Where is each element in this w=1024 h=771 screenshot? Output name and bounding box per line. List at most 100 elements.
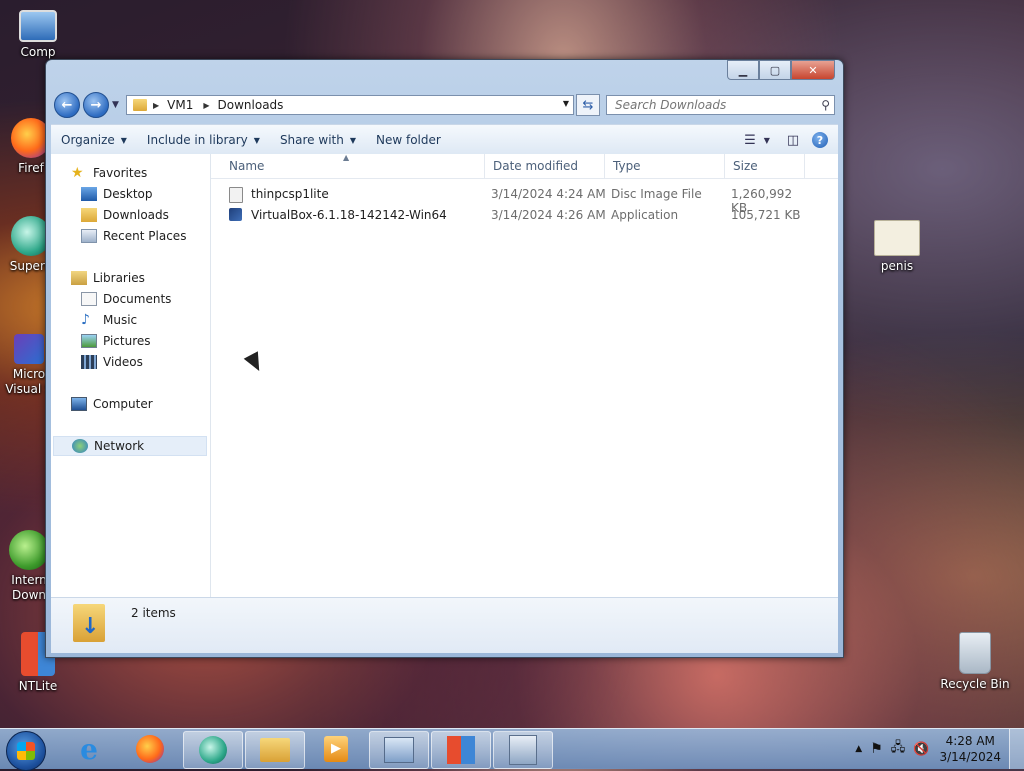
downloads-folder-icon bbox=[133, 99, 147, 111]
system-clock[interactable]: 4:28 AM 3/14/2024 bbox=[939, 733, 1001, 765]
supernova-icon bbox=[199, 736, 227, 764]
start-button[interactable] bbox=[6, 731, 46, 771]
taskbar-firefox[interactable] bbox=[121, 731, 179, 767]
nav-documents[interactable]: Documents bbox=[81, 289, 171, 309]
forward-button[interactable]: → bbox=[83, 92, 109, 118]
desktop-icon-computer[interactable]: Comp bbox=[3, 10, 73, 60]
nav-libraries[interactable]: Libraries bbox=[71, 268, 145, 288]
forward-arrow-icon: → bbox=[90, 97, 102, 113]
nav-desktop[interactable]: Desktop bbox=[81, 184, 153, 204]
taskbar-windows-explorer[interactable] bbox=[245, 731, 305, 769]
star-icon: ★ bbox=[71, 165, 84, 181]
show-desktop-button[interactable] bbox=[1009, 729, 1024, 769]
column-date-modified[interactable]: Date modified bbox=[485, 154, 605, 178]
downloads-arrow-icon: ↓ bbox=[81, 614, 100, 639]
show-hidden-icons-icon[interactable]: ▲ bbox=[855, 744, 862, 754]
nav-computer[interactable]: Computer bbox=[71, 394, 153, 414]
clock-date: 3/14/2024 bbox=[939, 750, 1001, 764]
desktop-icon-label: NTLite bbox=[18, 679, 58, 693]
nav-videos[interactable]: Videos bbox=[81, 352, 143, 372]
refresh-button[interactable]: ⇆ bbox=[576, 94, 600, 116]
recent-pages-dropdown[interactable]: ▼ bbox=[112, 100, 122, 110]
volume-muted-icon[interactable]: 🔇 bbox=[913, 742, 929, 757]
column-type[interactable]: Type bbox=[605, 154, 725, 178]
column-name[interactable]: ▲ Name bbox=[221, 153, 485, 178]
close-button[interactable]: ✕ bbox=[791, 60, 835, 80]
address-bar[interactable]: ▶ VM1 ▶ Downloads ▼ bbox=[126, 95, 574, 115]
downloads-folder-icon bbox=[81, 208, 97, 222]
back-button[interactable]: ← bbox=[54, 92, 80, 118]
virtualbox-icon bbox=[229, 208, 242, 221]
computer-icon bbox=[71, 397, 87, 411]
breadcrumb-vm1[interactable]: VM1 bbox=[167, 98, 193, 112]
preview-pane-button[interactable]: ◫ bbox=[782, 131, 804, 149]
taskbar: e ▶ ▲ ⚑ 🖧 🔇 4:28 AM 3/14/2024 bbox=[0, 728, 1024, 771]
internet-download-icon bbox=[9, 530, 49, 570]
windows-logo-icon bbox=[17, 742, 35, 760]
file-row[interactable]: thinpcsp1lite 3/14/2024 4:24 AM Disc Ima… bbox=[211, 184, 811, 215]
media-player-icon: ▶ bbox=[324, 736, 348, 762]
folder-icon bbox=[260, 738, 290, 762]
nav-pictures[interactable]: Pictures bbox=[81, 331, 151, 351]
documents-icon bbox=[81, 292, 97, 306]
taskbar-installer[interactable] bbox=[493, 731, 553, 769]
nav-network[interactable]: Network bbox=[53, 436, 207, 456]
back-arrow-icon: ← bbox=[61, 97, 73, 113]
libraries-icon bbox=[71, 271, 87, 285]
column-label: Name bbox=[229, 159, 265, 173]
nav-recent-places[interactable]: Recent Places bbox=[81, 226, 186, 246]
sort-ascending-icon: ▲ bbox=[343, 153, 350, 162]
action-center-flag-icon[interactable]: ⚑ bbox=[870, 741, 883, 757]
notification-area: ▲ ⚑ 🖧 🔇 4:28 AM 3/14/2024 bbox=[855, 729, 1024, 769]
column-label: Date modified bbox=[493, 159, 579, 173]
nav-music[interactable]: ♪ Music bbox=[81, 310, 137, 330]
nav-downloads[interactable]: Downloads bbox=[81, 205, 169, 225]
videos-icon bbox=[81, 355, 97, 369]
nav-label: Downloads bbox=[103, 208, 169, 222]
taskbar-supernova[interactable] bbox=[183, 731, 243, 769]
installer-icon bbox=[509, 735, 537, 765]
file-name: thinpcsp1lite bbox=[251, 187, 329, 201]
nav-label: Libraries bbox=[93, 271, 145, 285]
taskbar-internet-explorer[interactable]: e bbox=[60, 731, 118, 767]
desktop-icon-certificate[interactable]: penis bbox=[862, 220, 932, 274]
change-view-button[interactable]: ☰ ▼ bbox=[744, 131, 770, 149]
nav-label: Documents bbox=[103, 292, 172, 306]
search-input[interactable] bbox=[613, 97, 817, 113]
taskbar-media-player[interactable]: ▶ bbox=[307, 731, 365, 767]
taskbar-task-manager[interactable] bbox=[369, 731, 429, 769]
file-row[interactable]: VirtualBox-6.1.18-142142-Win64 3/14/2024… bbox=[211, 205, 811, 226]
maximize-button[interactable]: ▢ bbox=[759, 60, 791, 80]
file-type: Application bbox=[611, 208, 679, 222]
share-with-button[interactable]: Share with ▼ bbox=[270, 133, 366, 147]
breadcrumb-separator-icon[interactable]: ▶ bbox=[153, 101, 159, 110]
address-history-dropdown-icon[interactable]: ▼ bbox=[563, 99, 569, 108]
nav-label: Music bbox=[103, 313, 138, 327]
refresh-icon: ⇆ bbox=[582, 97, 594, 113]
chevron-down-icon: ▼ bbox=[120, 135, 127, 145]
include-in-library-button[interactable]: Include in library ▼ bbox=[137, 133, 270, 147]
include-in-library-label: Include in library bbox=[146, 133, 248, 147]
network-status-icon[interactable]: 🖧 bbox=[891, 738, 906, 760]
desktop-icon-label: Comp bbox=[20, 45, 56, 59]
column-label: Type bbox=[613, 159, 641, 173]
column-size[interactable]: Size bbox=[725, 154, 805, 178]
breadcrumb-separator-icon[interactable]: ▶ bbox=[203, 101, 209, 110]
search-icon[interactable]: ⚲ bbox=[821, 98, 830, 112]
new-folder-button[interactable]: New folder bbox=[366, 133, 451, 147]
recent-places-icon bbox=[81, 229, 97, 243]
task-manager-icon bbox=[384, 737, 414, 763]
taskbar-ntlite[interactable] bbox=[431, 731, 491, 769]
recycle-bin-icon bbox=[959, 632, 991, 674]
minimize-button[interactable]: ▁ bbox=[727, 60, 759, 80]
computer-icon bbox=[19, 10, 57, 42]
chevron-down-icon: ▼ bbox=[763, 135, 770, 145]
breadcrumb-downloads[interactable]: Downloads bbox=[218, 98, 284, 112]
network-icon bbox=[72, 439, 88, 453]
organize-button[interactable]: Organize ▼ bbox=[51, 133, 137, 147]
file-size: 105,721 KB bbox=[731, 208, 801, 222]
help-button[interactable]: ? bbox=[812, 132, 828, 148]
desktop-icon-recycle-bin[interactable]: Recycle Bin bbox=[940, 632, 1010, 692]
search-box[interactable]: ⚲ bbox=[606, 95, 835, 115]
nav-favorites[interactable]: ★ Favorites bbox=[71, 163, 147, 183]
